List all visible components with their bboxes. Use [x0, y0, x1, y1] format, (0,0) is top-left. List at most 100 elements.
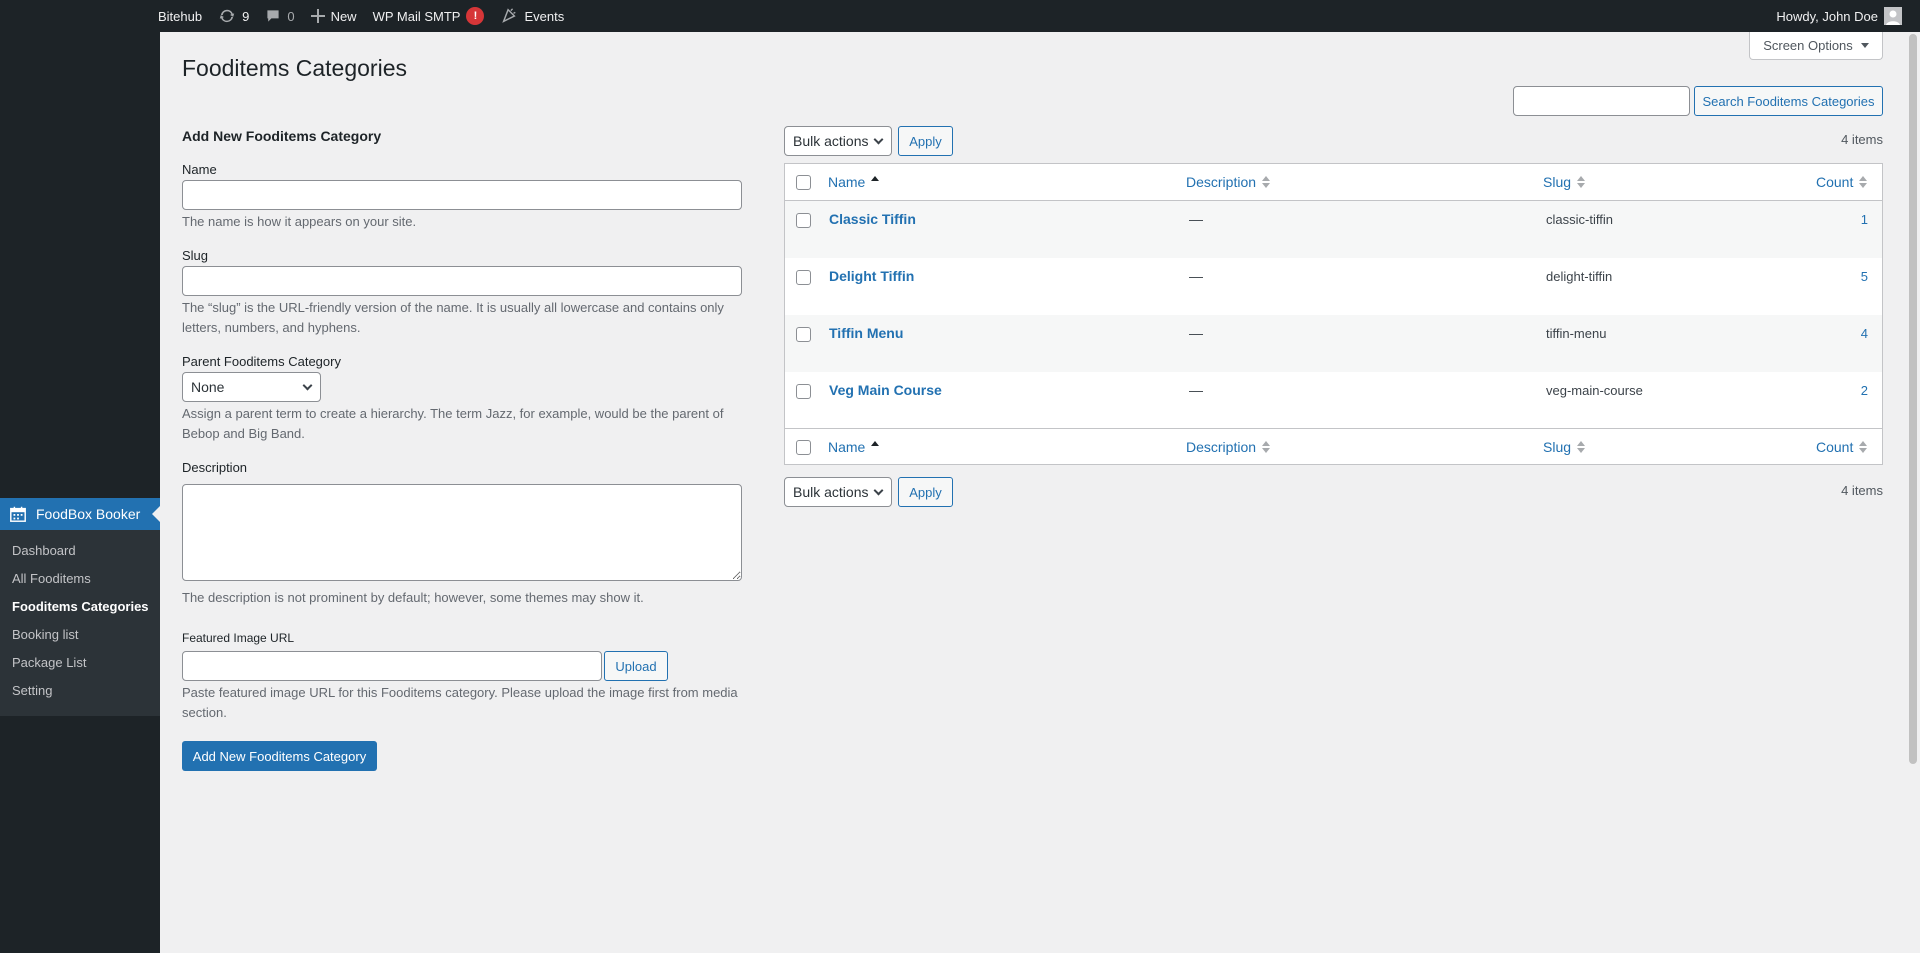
name-field[interactable]	[182, 180, 742, 210]
category-count-link[interactable]: 4	[1785, 326, 1868, 341]
parent-help: Assign a parent term to create a hierarc…	[182, 406, 724, 441]
row-checkbox[interactable]	[796, 384, 811, 399]
column-slug-footer[interactable]: Slug	[1543, 439, 1586, 455]
category-slug: tiffin-menu	[1546, 326, 1607, 341]
comments-link[interactable]: 0	[257, 0, 302, 32]
events-icon	[500, 7, 518, 25]
form-title: Add New Fooditems Category	[182, 128, 382, 144]
search-input[interactable]	[1513, 86, 1690, 116]
column-count-footer[interactable]: Count	[1816, 439, 1868, 455]
page-title: Fooditems Categories	[182, 55, 407, 81]
category-name-link[interactable]: Classic Tiffin	[829, 211, 916, 227]
column-name-header[interactable]: Name	[828, 174, 880, 190]
apply-button-top[interactable]: Apply	[898, 126, 953, 156]
category-description: —	[1189, 211, 1203, 227]
category-name-link[interactable]: Delight Tiffin	[829, 268, 914, 284]
category-slug: classic-tiffin	[1546, 212, 1613, 227]
screen-options-button[interactable]: Screen Options	[1749, 32, 1883, 60]
row-checkbox[interactable]	[796, 213, 811, 228]
apply-button-bottom[interactable]: Apply	[898, 477, 953, 507]
slug-field[interactable]	[182, 266, 742, 296]
column-description-footer[interactable]: Description	[1186, 439, 1271, 455]
account-menu[interactable]: Howdy, John Doe	[1776, 7, 1902, 25]
table-row: Veg Main Course — veg-main-course 2	[785, 372, 1882, 429]
category-slug: veg-main-course	[1546, 383, 1643, 398]
admin-sidebar: FoodBox Booker Dashboard All Fooditems F…	[0, 32, 160, 953]
sidebar-item-fooditems-categories[interactable]: Fooditems Categories	[0, 593, 160, 621]
bulk-actions-select-top[interactable]: Bulk actions	[784, 126, 892, 156]
table-row: Delight Tiffin — delight-tiffin 5	[785, 258, 1882, 315]
slug-help: The “slug” is the URL-friendly version o…	[182, 300, 724, 335]
scrollbar-thumb[interactable]	[1909, 34, 1917, 764]
column-slug-header[interactable]: Slug	[1543, 174, 1586, 190]
table-row: Classic Tiffin — classic-tiffin 1	[785, 201, 1882, 258]
events-label: Events	[524, 8, 565, 24]
plus-icon	[310, 9, 325, 23]
items-count-bottom: 4 items	[1841, 483, 1883, 498]
comments-count: 0	[287, 8, 295, 24]
smtp-alert-badge: !	[466, 7, 485, 25]
caret-down-icon	[1860, 43, 1869, 48]
bulk-actions-select-bottom[interactable]: Bulk actions	[784, 477, 892, 507]
description-label: Description	[182, 460, 248, 475]
sidebar-plugin-label: FoodBox Booker	[36, 506, 141, 522]
column-count-label: Count	[1816, 174, 1854, 190]
table-header: Name Description Slug Count	[785, 164, 1882, 201]
sort-icon	[1262, 441, 1271, 453]
description-field[interactable]	[182, 484, 742, 581]
column-description-header[interactable]: Description	[1186, 174, 1271, 190]
bulk-actions-label: Bulk actions	[793, 484, 869, 500]
select-all-checkbox[interactable]	[796, 174, 811, 190]
wp-mail-smtp-link[interactable]: WP Mail SMTP !	[365, 0, 493, 32]
smtp-label: WP Mail SMTP	[372, 8, 461, 24]
sidebar-item-package-list[interactable]: Package List	[0, 649, 160, 677]
upload-button[interactable]: Upload	[604, 651, 668, 681]
sidebar-item-foodbox-booker[interactable]: FoodBox Booker	[0, 498, 160, 530]
comment-icon	[265, 8, 281, 24]
search-button[interactable]: Search Fooditems Categories	[1694, 86, 1883, 116]
image-url-help: Paste featured image URL for this Foodit…	[182, 685, 738, 720]
add-category-button[interactable]: Add New Fooditems Category	[182, 741, 377, 771]
row-checkbox[interactable]	[796, 327, 811, 342]
description-help: The description is not prominent by defa…	[182, 590, 644, 605]
category-name-link[interactable]: Veg Main Course	[829, 382, 942, 398]
events-link[interactable]: Events	[492, 0, 572, 32]
category-count-link[interactable]: 1	[1785, 212, 1868, 227]
category-count-link[interactable]: 5	[1785, 269, 1868, 284]
column-name-label: Name	[828, 439, 866, 455]
new-content-link[interactable]: New	[303, 0, 365, 32]
column-name-footer[interactable]: Name	[828, 439, 880, 455]
site-name-link[interactable]: Bitehub	[150, 0, 210, 32]
page-scrollbar[interactable]	[1906, 32, 1920, 953]
name-label: Name	[182, 162, 217, 177]
categories-table: Name Description Slug Count Classic Tiff…	[784, 163, 1883, 465]
sidebar-item-dashboard[interactable]: Dashboard	[0, 537, 160, 565]
sort-icon	[1859, 176, 1868, 188]
sidebar-item-booking-list[interactable]: Booking list	[0, 621, 160, 649]
select-all-checkbox-bottom[interactable]	[796, 439, 811, 455]
image-url-label: Featured Image URL	[182, 631, 295, 645]
sort-icon	[871, 176, 880, 188]
sort-icon	[1577, 176, 1586, 188]
column-description-label: Description	[1186, 174, 1257, 190]
slug-label: Slug	[182, 248, 209, 263]
screen-options-label: Screen Options	[1763, 38, 1853, 53]
column-count-header[interactable]: Count	[1816, 174, 1868, 190]
row-checkbox[interactable]	[796, 270, 811, 285]
calendar-icon	[0, 505, 36, 523]
image-url-field[interactable]	[182, 651, 602, 681]
category-description: —	[1189, 325, 1203, 341]
name-help: The name is how it appears on your site.	[182, 214, 417, 229]
sort-icon	[1859, 441, 1868, 453]
sidebar-item-setting[interactable]: Setting	[0, 677, 160, 705]
items-count-top: 4 items	[1841, 132, 1883, 147]
bulk-actions-label: Bulk actions	[793, 133, 869, 149]
sidebar-item-all-fooditems[interactable]: All Fooditems	[0, 565, 160, 593]
table-row: Tiffin Menu — tiffin-menu 4	[785, 315, 1882, 372]
parent-select[interactable]: None	[182, 372, 321, 402]
updates-link[interactable]: 9	[210, 0, 257, 32]
parent-select-value: None	[191, 379, 225, 395]
category-count-link[interactable]: 2	[1785, 383, 1868, 398]
category-name-link[interactable]: Tiffin Menu	[829, 325, 903, 341]
greeting-text: Howdy, John Doe	[1776, 8, 1878, 24]
